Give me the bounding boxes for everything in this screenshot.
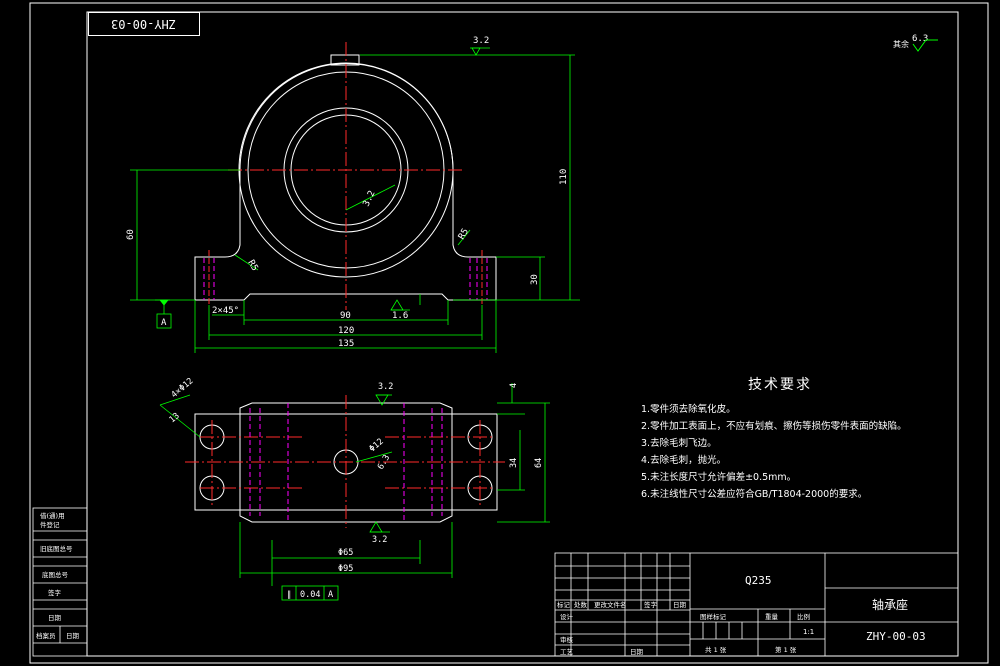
tech-requirement-item: 1.零件须去除氧化皮。 (641, 404, 736, 415)
dim-slot-holes: 4×Φ12 (170, 376, 196, 400)
tech-requirement-item: 3.去除毛刺飞边。 (641, 438, 717, 449)
tech-requirements-list: 1.零件须去除氧化皮。 2.零件加工表面上，不应有划痕、擦伤等损伤零件表面的缺陷… (641, 401, 907, 503)
drawing-number-mirrored: ZHY-00-03 (111, 17, 177, 31)
svg-text:处数: 处数 (574, 600, 588, 609)
scale-value: 1:1 (803, 628, 815, 636)
tech-requirement-item: 5.未注长度尺寸允许偏差±0.5mm。 (641, 472, 797, 483)
tech-requirement-item: 4.去除毛刺，抛光。 (641, 455, 727, 466)
roughness-slot: 3.2 (372, 535, 387, 545)
front-dimensions (130, 47, 580, 353)
svg-text:档案员: 档案员 (36, 631, 56, 640)
dim-width-overall: 64 (534, 458, 544, 468)
dim-overall-length: 135 (338, 339, 354, 349)
front-dim-text: 110 60 30 90 120 135 R5 R5 2×45° A 3.2 3… (126, 34, 928, 349)
svg-text:标记: 标记 (557, 600, 571, 609)
svg-text:底图总号: 底图总号 (42, 570, 69, 579)
tech-requirement-item: 2.零件加工表面上，不应有划痕、擦伤等损伤零件表面的缺陷。 (641, 421, 907, 432)
gtol-datum: A (328, 590, 333, 600)
dim-width-inner: 34 (509, 458, 519, 468)
gtol-value: 0.04 (300, 590, 320, 600)
tech-requirements-title: 技术要求 (748, 377, 812, 393)
title-block-text: 标记 处数 更改文件名 签字 日期 设计 审核 工艺 日期 图样标记 重量 比例… (557, 600, 810, 656)
top-view (185, 395, 505, 528)
svg-text:日期: 日期 (673, 601, 687, 609)
tech-requirement-item: 6.未注线性尺寸公差应符合GB/T1804-2000的要求。 (641, 489, 868, 500)
dim-center-height: 60 (126, 229, 136, 240)
outer-border (29, 2, 989, 664)
svg-text:签字: 签字 (48, 588, 62, 597)
svg-text:件登记: 件登记 (40, 520, 60, 529)
roughness-bore: 3.2 (362, 189, 378, 208)
dim-length-overall: Φ95 (338, 564, 353, 574)
dim-center-hole: Φ12 (368, 437, 386, 455)
svg-text:设计: 设计 (560, 612, 574, 621)
gtol-symbol: ∥ (287, 590, 291, 600)
roughness-other: 6.3 (912, 34, 928, 44)
dim-top-offset: 4 (509, 383, 519, 388)
svg-text:日期: 日期 (48, 614, 62, 622)
dim-length-inner: Φ65 (338, 548, 353, 558)
svg-text:借(通)用: 借(通)用 (40, 511, 65, 520)
svg-text:重量: 重量 (765, 613, 779, 621)
svg-text:工艺: 工艺 (560, 648, 574, 656)
other-finish-label: 其余 (893, 39, 909, 49)
part-code: ZHY-00-03 (866, 630, 926, 643)
svg-text:第 1 张: 第 1 张 (775, 645, 797, 654)
inner-border (86, 11, 959, 657)
roughness-base: 1.6 (392, 311, 408, 321)
svg-text:共 1 张: 共 1 张 (705, 645, 727, 654)
dim-height-overall: 110 (559, 169, 569, 185)
svg-text:日期: 日期 (630, 648, 644, 656)
dim-fillet-right: R5 (457, 227, 471, 241)
dim-inner-width: 90 (340, 311, 351, 321)
drawing-sheet: 110 60 30 90 120 135 R5 R5 2×45° A 3.2 3… (29, 2, 989, 664)
dim-fillet-left: R5 (245, 259, 259, 273)
front-view (194, 42, 497, 310)
dim-hole-spacing: 120 (338, 326, 354, 336)
roughness-slot-top: 3.2 (378, 382, 393, 392)
svg-text:更改文件名: 更改文件名 (594, 600, 627, 609)
roughness-top: 3.2 (473, 36, 489, 46)
svg-text:旧底图总号: 旧底图总号 (40, 544, 73, 553)
svg-text:日期: 日期 (66, 632, 80, 640)
dim-base-height: 30 (530, 274, 540, 285)
datum-label: A (161, 318, 167, 328)
svg-text:审核: 审核 (560, 635, 574, 644)
svg-text:比例: 比例 (797, 612, 810, 621)
material-label: Q235 (745, 574, 772, 587)
svg-text:图样标记: 图样标记 (700, 612, 727, 621)
part-name: 轴承座 (872, 598, 909, 612)
side-table-text: 借(通)用 件登记 旧底图总号 底图总号 签字 日期 档案员 日期 (36, 511, 80, 640)
dim-chamfer: 2×45° (212, 306, 239, 316)
svg-text:签字: 签字 (644, 600, 658, 609)
drawing-number-box: ZHY-00-03 (88, 12, 200, 36)
